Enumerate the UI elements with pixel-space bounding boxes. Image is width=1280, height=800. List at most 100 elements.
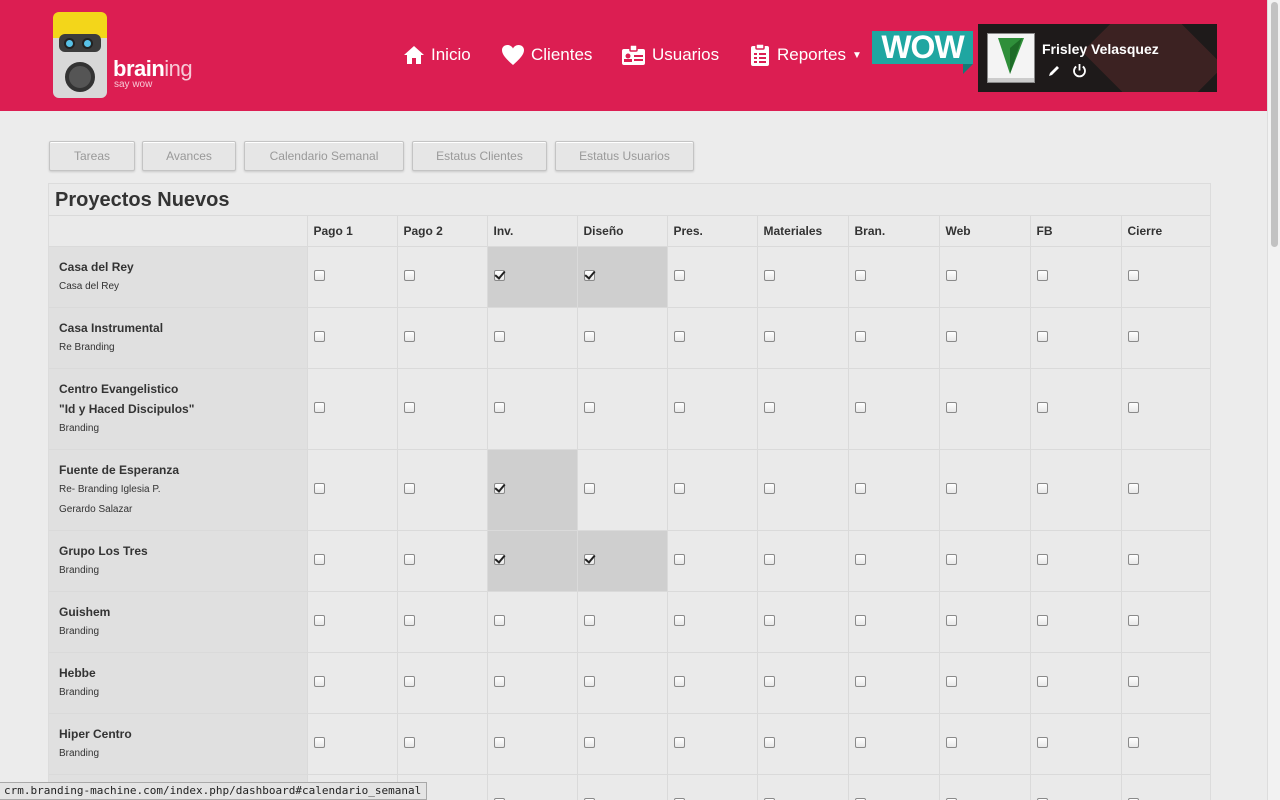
status-checkbox[interactable] (854, 554, 866, 565)
status-checkbox[interactable] (763, 615, 775, 626)
status-checkbox[interactable] (945, 402, 957, 413)
status-checkbox[interactable] (313, 676, 325, 687)
status-checkbox[interactable] (1127, 270, 1139, 281)
status-cell (1029, 307, 1121, 369)
page-scrollbar[interactable] (1267, 0, 1280, 800)
status-checkbox[interactable] (763, 737, 775, 748)
status-checkbox[interactable] (313, 483, 325, 494)
status-checkbox[interactable] (673, 402, 685, 413)
status-checkbox[interactable] (493, 554, 505, 565)
status-checkbox[interactable] (493, 483, 505, 494)
tab-estatus-usuarios[interactable]: Estatus Usuarios (555, 141, 694, 171)
status-checkbox[interactable] (763, 554, 775, 565)
status-checkbox[interactable] (1127, 615, 1139, 626)
status-checkbox[interactable] (1036, 615, 1048, 626)
status-checkbox[interactable] (673, 676, 685, 687)
status-checkbox[interactable] (1127, 483, 1139, 494)
status-checkbox[interactable] (493, 737, 505, 748)
status-cell (1029, 591, 1121, 653)
status-checkbox[interactable] (403, 737, 415, 748)
status-checkbox[interactable] (583, 331, 595, 342)
status-checkbox[interactable] (673, 483, 685, 494)
status-checkbox[interactable] (854, 676, 866, 687)
status-checkbox[interactable] (1036, 483, 1048, 494)
status-checkbox[interactable] (583, 554, 595, 565)
power-icon[interactable] (1072, 63, 1087, 78)
status-checkbox[interactable] (945, 615, 957, 626)
status-checkbox[interactable] (313, 615, 325, 626)
status-checkbox[interactable] (854, 331, 866, 342)
status-cell (576, 449, 667, 531)
tab-estatus-clientes[interactable]: Estatus Clientes (412, 141, 547, 171)
status-checkbox[interactable] (673, 554, 685, 565)
status-checkbox[interactable] (313, 331, 325, 342)
status-checkbox[interactable] (945, 483, 957, 494)
status-checkbox[interactable] (493, 402, 505, 413)
status-checkbox[interactable] (1036, 676, 1048, 687)
status-checkbox[interactable] (583, 483, 595, 494)
nav-clientes[interactable]: Clientes (501, 42, 592, 68)
status-checkbox[interactable] (1036, 737, 1048, 748)
status-checkbox[interactable] (403, 331, 415, 342)
status-checkbox[interactable] (673, 615, 685, 626)
status-checkbox[interactable] (583, 615, 595, 626)
status-checkbox[interactable] (945, 270, 957, 281)
status-checkbox[interactable] (945, 331, 957, 342)
status-checkbox[interactable] (763, 331, 775, 342)
status-checkbox[interactable] (1127, 331, 1139, 342)
tab-avances[interactable]: Avances (142, 141, 236, 171)
avatar[interactable] (987, 33, 1035, 83)
status-checkbox[interactable] (945, 737, 957, 748)
status-checkbox[interactable] (1036, 270, 1048, 281)
status-checkbox[interactable] (583, 402, 595, 413)
status-checkbox[interactable] (313, 554, 325, 565)
status-checkbox[interactable] (403, 676, 415, 687)
status-checkbox[interactable] (945, 676, 957, 687)
status-checkbox[interactable] (1036, 402, 1048, 413)
tab-calendario-semanal[interactable]: Calendario Semanal (244, 141, 404, 171)
status-checkbox[interactable] (583, 676, 595, 687)
status-checkbox[interactable] (583, 270, 595, 281)
status-checkbox[interactable] (854, 402, 866, 413)
status-checkbox[interactable] (403, 483, 415, 494)
status-checkbox[interactable] (763, 402, 775, 413)
nav-reportes[interactable]: Reportes ▼ (749, 42, 862, 68)
status-checkbox[interactable] (1127, 676, 1139, 687)
status-checkbox[interactable] (493, 615, 505, 626)
status-checkbox[interactable] (673, 331, 685, 342)
status-checkbox[interactable] (763, 483, 775, 494)
status-checkbox[interactable] (854, 615, 866, 626)
nav-inicio[interactable]: Inicio (403, 42, 471, 68)
pencil-icon[interactable] (1047, 64, 1061, 78)
scrollbar-thumb[interactable] (1271, 2, 1278, 247)
status-checkbox[interactable] (493, 331, 505, 342)
status-checkbox[interactable] (1127, 554, 1139, 565)
project-name-cell: Grupo Los Tres Branding (49, 530, 307, 592)
status-checkbox[interactable] (673, 737, 685, 748)
status-checkbox[interactable] (403, 554, 415, 565)
status-checkbox[interactable] (763, 270, 775, 281)
status-checkbox[interactable] (854, 483, 866, 494)
status-checkbox[interactable] (313, 402, 325, 413)
status-checkbox[interactable] (945, 554, 957, 565)
status-checkbox[interactable] (583, 737, 595, 748)
status-checkbox[interactable] (313, 737, 325, 748)
project-name-cell: Hebbe Branding (49, 652, 307, 714)
status-checkbox[interactable] (763, 676, 775, 687)
tab-tareas[interactable]: Tareas (49, 141, 135, 171)
status-checkbox[interactable] (1127, 737, 1139, 748)
status-checkbox[interactable] (1036, 554, 1048, 565)
status-checkbox[interactable] (403, 615, 415, 626)
status-checkbox[interactable] (1036, 331, 1048, 342)
status-checkbox[interactable] (854, 270, 866, 281)
status-checkbox[interactable] (854, 737, 866, 748)
status-checkbox[interactable] (493, 676, 505, 687)
status-checkbox[interactable] (403, 270, 415, 281)
status-checkbox[interactable] (1127, 402, 1139, 413)
nav-usuarios[interactable]: Usuarios (621, 42, 719, 68)
status-checkbox[interactable] (313, 270, 325, 281)
logo-robot-icon[interactable] (53, 12, 107, 98)
status-checkbox[interactable] (493, 270, 505, 281)
status-checkbox[interactable] (673, 270, 685, 281)
status-checkbox[interactable] (403, 402, 415, 413)
